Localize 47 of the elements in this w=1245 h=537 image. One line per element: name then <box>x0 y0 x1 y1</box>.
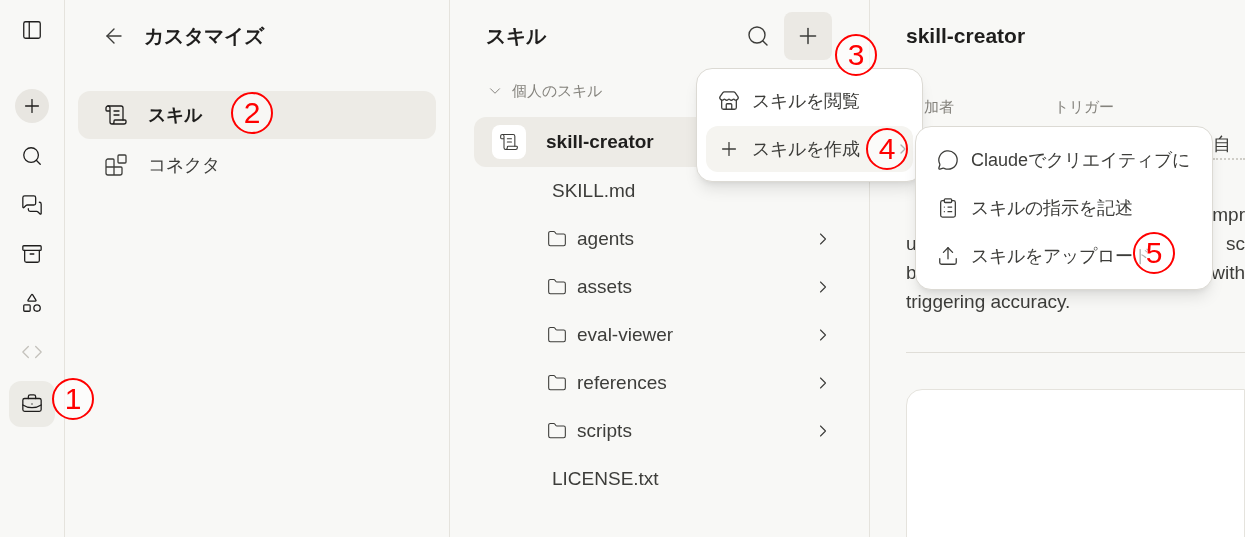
folder-icon <box>547 421 567 441</box>
folder-item[interactable]: agents <box>474 215 845 263</box>
artifacts-icon <box>21 292 43 314</box>
description-text: mpr <box>1212 202 1245 227</box>
folder-icon <box>547 325 567 345</box>
upload-icon <box>937 245 959 267</box>
panel-title: スキル <box>486 24 548 49</box>
scroll-icon <box>492 125 526 159</box>
folder-icon <box>547 373 567 393</box>
description-text: sc <box>1226 231 1245 256</box>
folder-icon <box>547 277 567 297</box>
step-number-marker: 3 <box>835 34 877 76</box>
field-label: 加者 <box>924 97 955 117</box>
nav-item[interactable]: コネクタ <box>78 141 436 189</box>
folder-item[interactable]: references <box>474 359 845 407</box>
folder-icon <box>547 229 567 249</box>
page-title: カスタマイズ <box>144 24 264 49</box>
description-text: with <box>1211 260 1245 285</box>
menu-item[interactable]: Claudeでクリエイティブに <box>925 136 1203 184</box>
step-number-marker: 2 <box>231 92 273 134</box>
step-number-marker: 1 <box>52 378 94 420</box>
search-icon <box>21 145 43 167</box>
description-text: triggering accuracy. <box>906 289 1071 314</box>
clipboard-icon <box>937 197 959 219</box>
toggle-icon <box>21 19 43 41</box>
section-toggle[interactable]: 個人のスキル <box>474 72 602 110</box>
folder-item[interactable]: scripts <box>474 407 845 455</box>
store-icon <box>718 90 740 112</box>
blocks-icon <box>104 153 128 177</box>
toolbox-button[interactable] <box>9 381 55 427</box>
description-text: u <box>906 231 917 256</box>
chats-icon <box>21 194 43 216</box>
step-number-marker: 4 <box>866 128 908 170</box>
description-text: b <box>906 260 917 285</box>
folder-item[interactable]: eval-viewer <box>474 311 845 359</box>
folder-item[interactable]: assets <box>474 263 845 311</box>
chat-bubble-icon <box>937 149 959 171</box>
menu-item[interactable]: スキルの指示を記述 <box>925 184 1203 232</box>
search-icon <box>746 24 770 48</box>
field-label: トリガー <box>1054 97 1114 117</box>
add-button[interactable] <box>784 12 832 60</box>
scroll-icon <box>104 103 128 127</box>
new-chat-button[interactable] <box>15 89 49 123</box>
toolbox-icon <box>21 393 43 415</box>
file-item[interactable]: LICENSE.txt <box>474 455 845 503</box>
skill-title: skill-creator <box>906 23 1026 50</box>
projects-icon <box>21 243 43 265</box>
